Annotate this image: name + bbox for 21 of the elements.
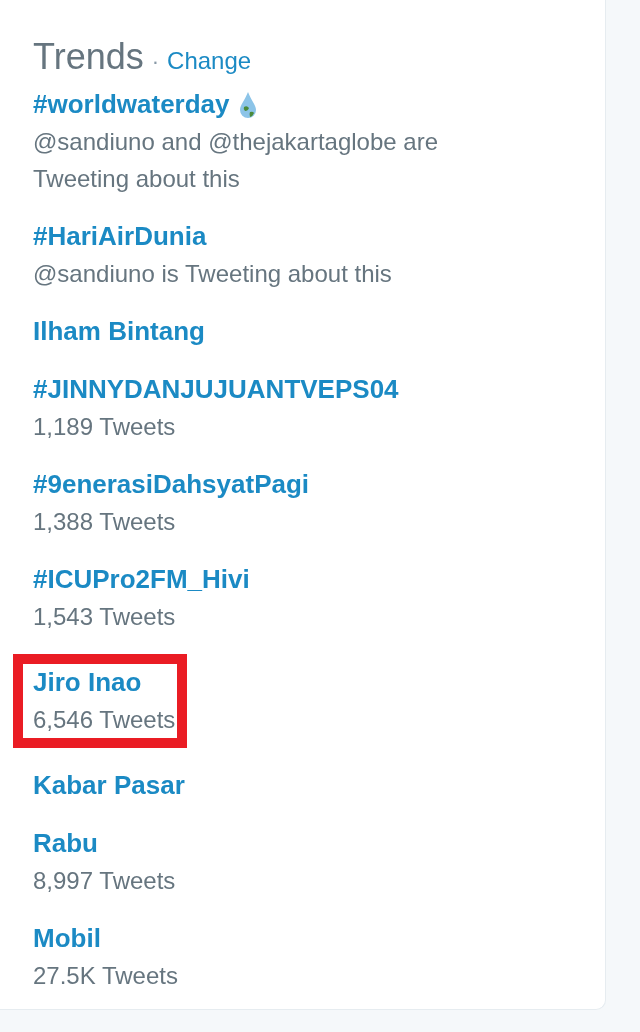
trend-link[interactable]: #ICUPro2FM_Hivi xyxy=(33,561,250,598)
trend-link[interactable]: Ilham Bintang xyxy=(33,313,205,350)
separator-dot: · xyxy=(151,49,160,75)
trend-context: 1,388 Tweets xyxy=(33,507,177,537)
trend-context: 1,543 Tweets xyxy=(33,602,177,632)
trend-link[interactable]: #worldwaterday xyxy=(33,86,230,123)
trend-context: 8,997 Tweets xyxy=(33,866,176,896)
trend-link[interactable]: #JINNYDANJUJUANTVEPS04 xyxy=(33,371,399,408)
change-link[interactable]: Change xyxy=(167,47,252,75)
trend-link[interactable]: Mobil xyxy=(33,920,101,957)
trend-link[interactable]: Jiro Inao xyxy=(33,664,142,701)
trend-context: @sandiuno is Tweeting about this xyxy=(33,259,392,289)
trends-title: Trends xyxy=(33,36,144,78)
trend-link[interactable]: #HariAirDunia xyxy=(33,218,207,255)
trend-context: @sandiuno and @thejakartaglobe are Tweeting about this xyxy=(33,127,439,194)
trend-link[interactable]: Kabar Pasar xyxy=(33,767,185,804)
trend-link[interactable]: #9enerasiDahsyatPagi xyxy=(33,466,310,503)
trend-context: 1,189 Tweets xyxy=(33,412,177,442)
trend-context: 6,546 Tweets xyxy=(33,705,176,735)
trend-context: 27.5K Tweets xyxy=(33,961,178,991)
trend-link[interactable]: Rabu xyxy=(33,825,98,862)
